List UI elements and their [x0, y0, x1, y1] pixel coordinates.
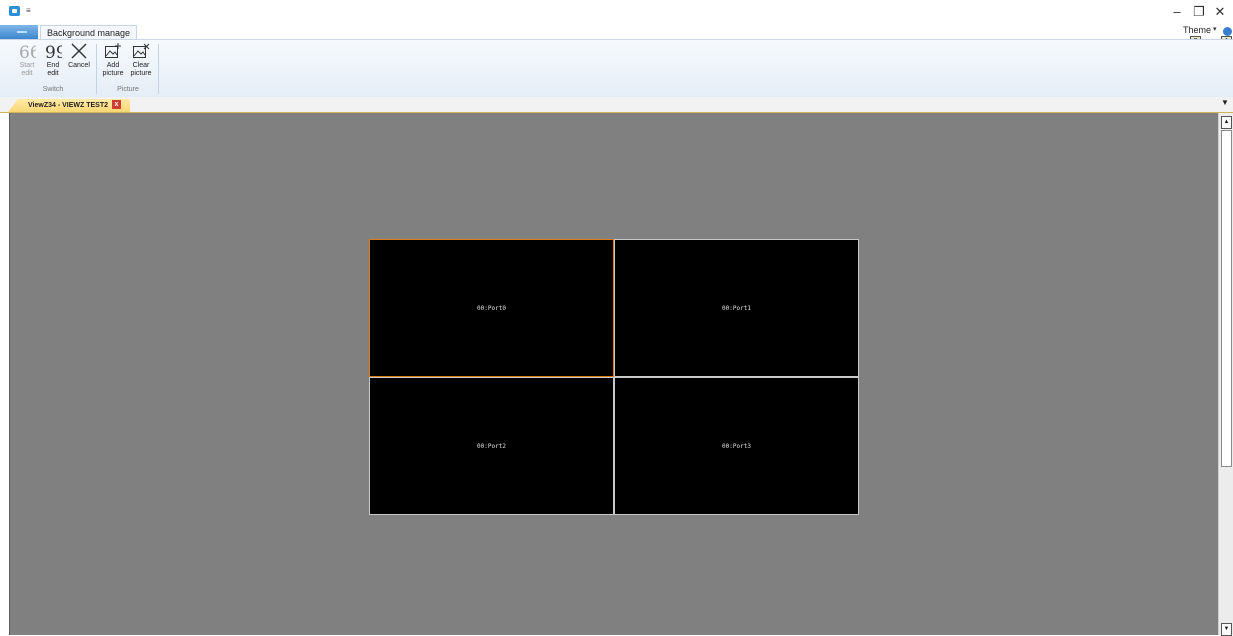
- title-bar: ≡ – ❐ ✕: [0, 0, 1233, 24]
- video-wall: 00:Port0 00:Port1 00:Port2 00:Port3: [369, 239, 859, 515]
- vertical-scrollbar[interactable]: ▲ ▼: [1218, 113, 1233, 636]
- button-label: edit: [47, 70, 59, 77]
- button-label: Cancel: [68, 62, 90, 69]
- button-label: picture: [102, 70, 124, 77]
- group-separator: [96, 44, 97, 94]
- minimize-button[interactable]: –: [1166, 3, 1188, 21]
- add-picture-button[interactable]: Add picture: [101, 43, 125, 78]
- chevron-down-icon[interactable]: ▾: [1213, 25, 1217, 33]
- svg-text:66: 66: [19, 43, 36, 59]
- port-label: 00:Port1: [722, 304, 751, 312]
- add-picture-icon: [105, 43, 121, 58]
- button-label: picture: [130, 70, 152, 77]
- tab-list-dropdown-icon[interactable]: ▼: [1221, 98, 1229, 107]
- menu-icon: [17, 31, 27, 33]
- button-label: Start: [19, 62, 35, 69]
- port-label: 00:Port0: [477, 304, 506, 312]
- close-quote-icon: 99: [45, 43, 62, 59]
- group-label-picture: Picture: [117, 86, 139, 93]
- group-label-switch: Switch: [42, 86, 64, 93]
- port-cell-3[interactable]: 00:Port3: [614, 377, 859, 515]
- svg-text:99: 99: [45, 43, 62, 59]
- cancel-button[interactable]: Cancel: [66, 43, 92, 70]
- tab-background-manage[interactable]: Background manage: [40, 25, 138, 40]
- scroll-down-icon[interactable]: ▼: [1221, 623, 1232, 636]
- help-icon[interactable]: [1223, 27, 1232, 36]
- scroll-up-icon[interactable]: ▲: [1221, 116, 1232, 129]
- port-label: 00:Port3: [722, 442, 751, 450]
- button-label: edit: [21, 70, 33, 77]
- start-edit-button[interactable]: 66 Start edit: [15, 43, 39, 78]
- group-separator: [158, 44, 159, 94]
- close-tab-icon[interactable]: x: [112, 100, 121, 109]
- quick-access-toolbar-icon[interactable]: ≡: [26, 6, 31, 16]
- port-cell-2[interactable]: 00:Port2: [369, 377, 614, 515]
- app-icon[interactable]: [9, 6, 20, 16]
- open-quote-icon: 66: [19, 43, 36, 59]
- end-edit-button[interactable]: 99 End edit: [41, 43, 65, 78]
- scroll-thumb[interactable]: [1221, 130, 1232, 467]
- ribbon-panel: 66 Start edit 99 End edit Cancel Switch …: [0, 39, 1233, 98]
- application-menu-button[interactable]: [0, 25, 38, 39]
- button-label: Clear: [132, 62, 150, 69]
- port-cell-0[interactable]: 00:Port0: [369, 239, 614, 377]
- cancel-x-icon: [71, 43, 87, 59]
- theme-menu[interactable]: Theme: [1183, 25, 1211, 35]
- clear-picture-button[interactable]: Clear picture: [128, 43, 154, 78]
- port-label: 00:Port2: [477, 442, 506, 450]
- button-label: End: [46, 62, 60, 69]
- button-label: Add: [106, 62, 120, 69]
- restore-button[interactable]: ❐: [1188, 3, 1210, 21]
- ribbon-tab-row: Background manage Theme ▾ S A: [0, 24, 1233, 47]
- clear-picture-icon: [133, 43, 150, 58]
- close-button[interactable]: ✕: [1209, 3, 1231, 21]
- document-tab-strip: ViewZ34 - VIEWZ TEST2 x ▼: [0, 97, 1233, 113]
- port-cell-1[interactable]: 00:Port1: [614, 239, 859, 377]
